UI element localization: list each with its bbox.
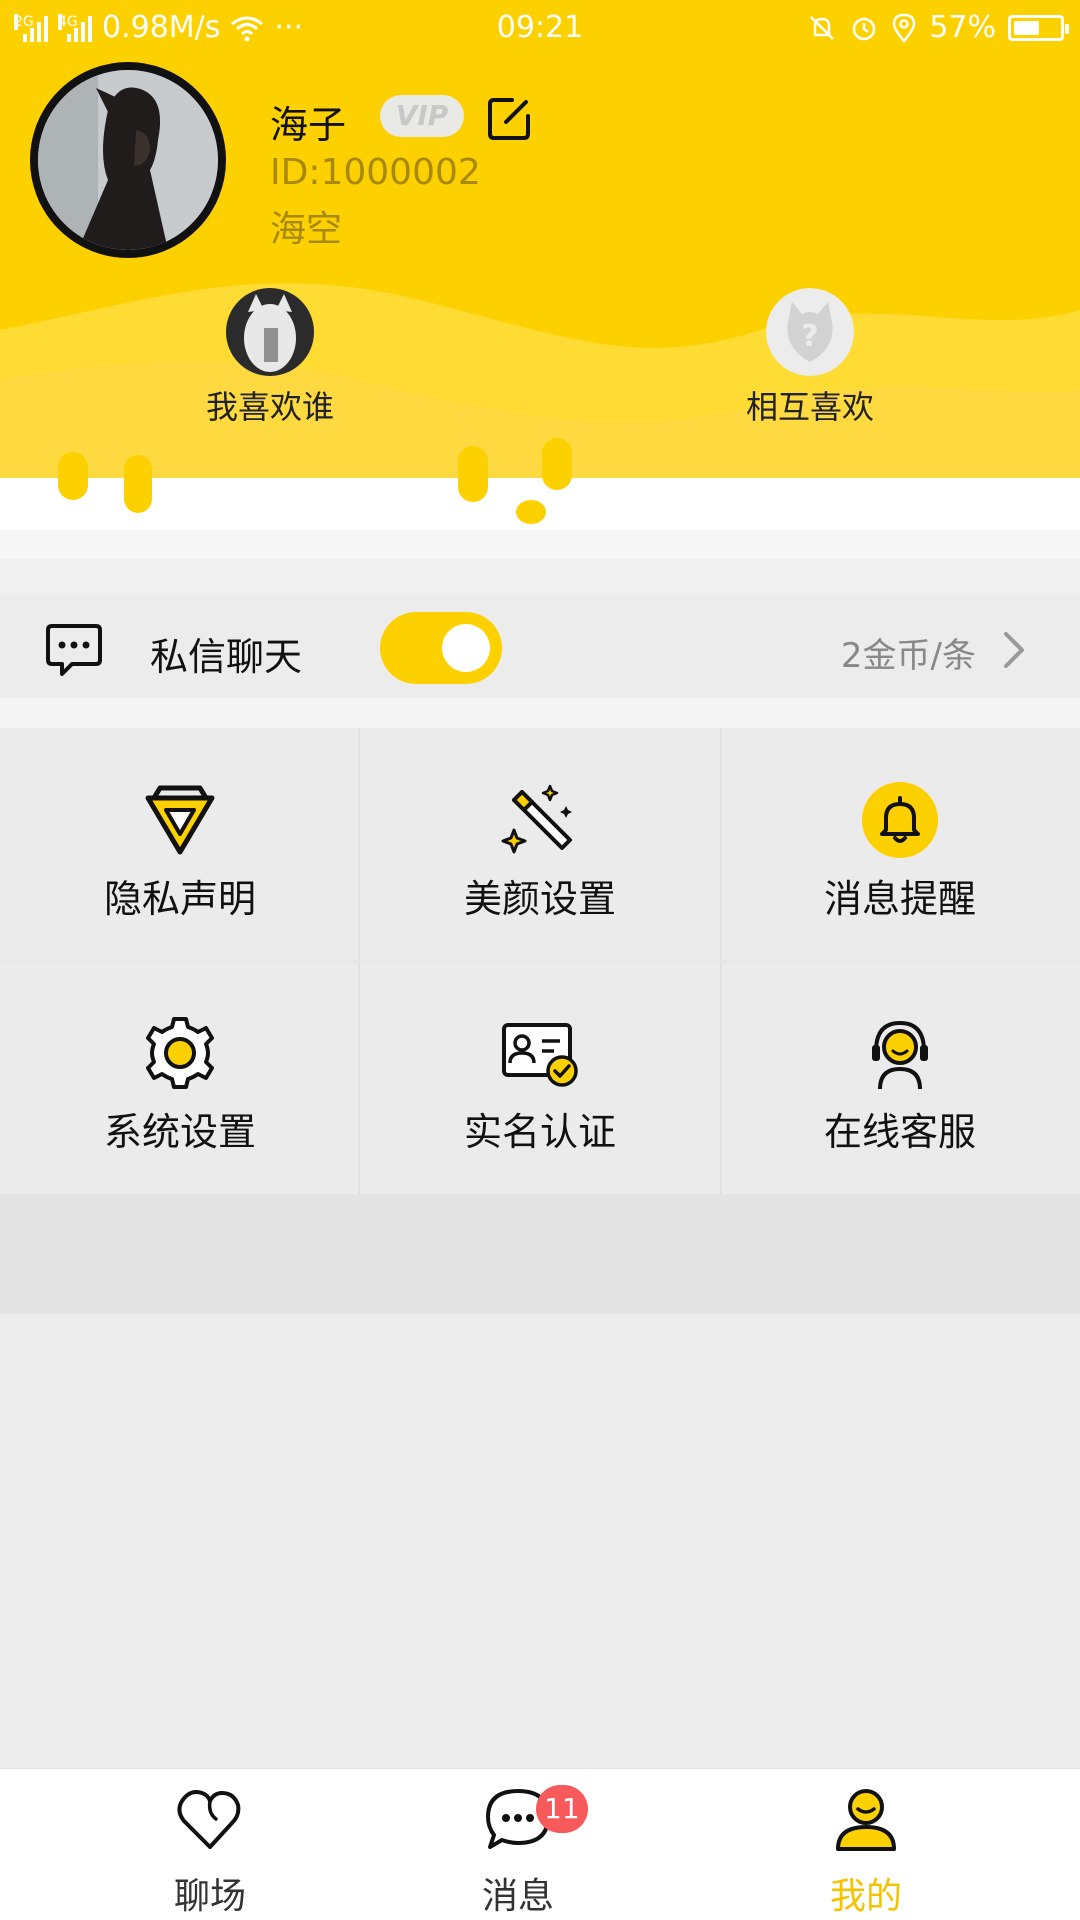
private-chat-toggle[interactable] xyxy=(380,612,502,684)
cat-avatar-icon xyxy=(226,288,314,376)
empty-section xyxy=(0,1194,1080,1314)
tab-messages[interactable]: 11 消息 xyxy=(418,1769,618,1920)
i-like-entry[interactable]: 我喜欢谁 xyxy=(160,288,380,428)
tab-mine[interactable]: 我的 xyxy=(766,1769,966,1920)
user-id: ID:1000002 xyxy=(270,152,481,193)
tab-label: 聊场 xyxy=(173,1876,246,1917)
grid-item-label: 实名认证 xyxy=(463,1110,616,1154)
message-reminder-item[interactable]: 消息提醒 xyxy=(720,728,1080,961)
vip-badge: VIP xyxy=(380,95,464,137)
header-bottom-strip xyxy=(0,530,1080,558)
grid-item-label: 美颜设置 xyxy=(463,877,616,921)
private-chat-row[interactable]: 私信聊天 2金币/条 xyxy=(0,594,1080,698)
gear-icon xyxy=(146,1017,214,1089)
battery-percent: 57% xyxy=(929,10,996,45)
location-icon xyxy=(893,13,916,43)
beauty-settings-item[interactable]: 美颜设置 xyxy=(360,728,720,961)
chat-price: 2金币/条 xyxy=(840,636,976,676)
question-placeholder-icon: ? xyxy=(766,288,854,376)
battery-icon xyxy=(1008,14,1069,41)
magic-wand-icon xyxy=(501,784,572,854)
bell-icon xyxy=(862,782,938,858)
grid-item-label: 消息提醒 xyxy=(823,877,976,921)
user-signature: 海空 xyxy=(270,209,343,250)
unread-badge: 11 xyxy=(536,1785,588,1833)
section-spacer-2 xyxy=(0,698,1080,728)
i-like-avatar xyxy=(226,288,314,376)
headset-icon xyxy=(872,1020,928,1090)
mutual-like-avatar: ? xyxy=(766,288,854,376)
tab-label: 我的 xyxy=(829,1876,902,1917)
private-chat-title: 私信聊天 xyxy=(150,635,303,679)
tab-label: 消息 xyxy=(481,1876,554,1917)
user-icon xyxy=(836,1789,896,1851)
avatar[interactable] xyxy=(30,62,226,258)
status-bar-right: 57% xyxy=(807,10,1069,45)
edit-profile-icon[interactable] xyxy=(486,94,534,142)
chevron-right-icon[interactable] xyxy=(1002,630,1028,670)
section-spacer xyxy=(0,558,1080,594)
mute-bell-icon xyxy=(810,15,835,40)
tab-chat-square[interactable]: 聊场 xyxy=(110,1769,310,1920)
diamond-icon xyxy=(145,785,215,855)
svg-text:?: ? xyxy=(801,319,818,354)
username: 海子 xyxy=(270,103,347,147)
bottom-tab-bar: 聊场 11 消息 我的 xyxy=(0,1768,1080,1920)
settings-grid: 隐私声明 美颜设置 消息提醒 系统设置 实名认证 在线客服 xyxy=(0,728,1080,1194)
online-service-item[interactable]: 在线客服 xyxy=(720,961,1080,1194)
chat-bubble-icon xyxy=(46,624,102,676)
grid-item-label: 隐私声明 xyxy=(103,877,256,921)
real-name-auth-item[interactable]: 实名认证 xyxy=(360,961,720,1194)
grid-item-label: 在线客服 xyxy=(823,1110,976,1154)
profile-header: 2G 4G 0.98M/s ··· 09:21 57% 海子 VIP ID:10… xyxy=(0,0,1080,530)
system-settings-item[interactable]: 系统设置 xyxy=(0,961,360,1194)
mutual-like-entry[interactable]: ? 相互喜欢 xyxy=(700,288,920,428)
status-bar: 2G 4G 0.98M/s ··· 09:21 57% xyxy=(0,0,1080,58)
i-like-label: 我喜欢谁 xyxy=(205,388,334,426)
grid-item-label: 系统设置 xyxy=(103,1110,256,1154)
alarm-icon xyxy=(853,17,876,40)
battery-fill xyxy=(1014,20,1039,35)
id-card-icon xyxy=(502,1023,578,1087)
mutual-like-label: 相互喜欢 xyxy=(745,388,874,426)
privacy-statement-item[interactable]: 隐私声明 xyxy=(0,728,360,961)
avatar-photo xyxy=(38,70,218,250)
heart-icon xyxy=(177,1790,241,1849)
toggle-knob xyxy=(442,624,490,672)
